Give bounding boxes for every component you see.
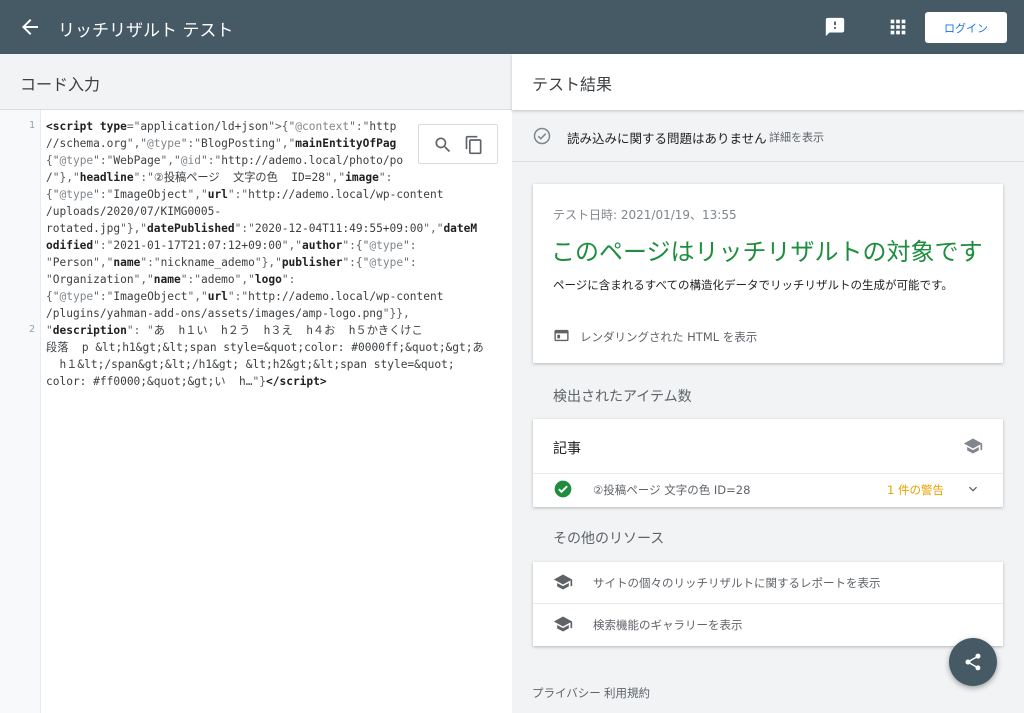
privacy-link[interactable]: プライバシー — [532, 685, 601, 701]
resource-link-row[interactable]: サイトの個々のリッチリザルトに関するレポートを表示 — [533, 562, 1003, 604]
web-window-icon — [554, 329, 569, 342]
school-cap-icon — [553, 616, 573, 632]
search-gallery-link[interactable]: 検索機能のギャラリーを表示 — [593, 617, 743, 633]
detected-items-label: 検出されたアイテム数 — [553, 389, 692, 405]
share-icon — [965, 653, 981, 671]
school-cap-icon — [553, 574, 573, 590]
line-number: 1 — [29, 120, 36, 131]
login-button[interactable]: ログイン — [925, 12, 1007, 43]
code-panel-title: コード入力 — [20, 75, 101, 94]
search-icon[interactable] — [433, 135, 453, 155]
other-resources-label: その他のリソース — [553, 531, 665, 547]
app-title: リッチリザルト テスト — [58, 21, 234, 41]
check-circle-icon — [554, 480, 572, 498]
back-arrow-icon[interactable] — [18, 15, 42, 39]
view-rendered-html-link[interactable]: レンダリングされた HTML を表示 — [580, 329, 757, 345]
line-number: 2 — [29, 324, 36, 335]
item-category: 記事 — [553, 441, 581, 457]
apps-grid-icon[interactable] — [887, 16, 909, 38]
warning-count: 1 件の警告 — [887, 483, 944, 497]
rich-result-report-link[interactable]: サイトの個々のリッチリザルトに関するレポートを表示 — [593, 575, 881, 591]
item-name: ②投稿ページ 文字の色 ID=28 — [593, 483, 751, 497]
test-date: テスト日時: 2021/01/19、13:55 — [553, 208, 737, 222]
app-header: リッチリザルト テスト ログイン — [0, 0, 1024, 54]
share-button[interactable] — [949, 638, 997, 686]
line-number-gutter: 1 2 — [0, 110, 41, 713]
check-circle-outline-icon — [533, 127, 551, 145]
result-summary-card: テスト日時: 2021/01/19、13:55 このページはリッチリザルトの対象… — [533, 184, 1003, 363]
eligible-headline: このページはリッチリザルトの対象です — [551, 238, 983, 266]
divider — [533, 473, 1003, 474]
chevron-down-icon[interactable] — [965, 481, 981, 497]
school-cap-icon — [963, 438, 983, 454]
status-text: 読み込みに関する問題はありません — [567, 131, 767, 146]
copy-icon[interactable] — [464, 134, 484, 156]
loading-status-row: 読み込みに関する問題はありません 詳細を表示 — [512, 110, 1024, 162]
resource-link-row[interactable]: 検索機能のギャラリーを表示 — [533, 604, 1003, 646]
code-toolbar — [418, 124, 498, 164]
feedback-icon[interactable] — [824, 16, 846, 38]
results-title: テスト結果 — [532, 75, 613, 94]
other-resources-card: サイトの個々のリッチリザルトに関するレポートを表示 検索機能のギャラリーを表示 — [533, 562, 1003, 646]
terms-link[interactable]: 利用規約 — [604, 685, 650, 701]
code-panel-header: コード入力 — [0, 54, 512, 110]
show-details-link[interactable]: 詳細を表示 — [769, 129, 824, 145]
code-input-panel: コード入力 1 2 <script type="application/ld+j… — [0, 54, 512, 713]
test-results-panel: テスト結果 読み込みに関する問題はありません 詳細を表示 テスト日時: 2021… — [512, 54, 1024, 713]
results-header: テスト結果 — [512, 54, 1024, 110]
eligible-description: ページに含まれるすべての構造化データでリッチリザルトの生成が可能です。 — [553, 278, 953, 292]
detected-items-card: 記事 ②投稿ページ 文字の色 ID=28 1 件の警告 — [533, 419, 1003, 507]
